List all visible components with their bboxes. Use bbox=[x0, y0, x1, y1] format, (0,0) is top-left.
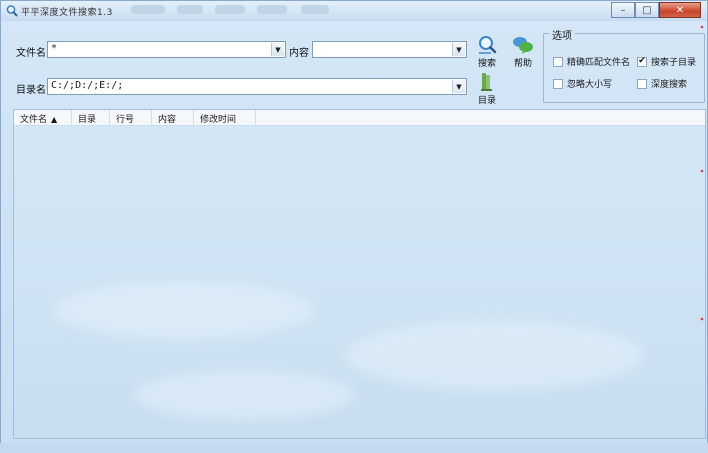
close-button[interactable]: ✕ bbox=[659, 2, 701, 18]
background-cloud bbox=[344, 320, 644, 390]
search-label: 搜索 bbox=[477, 59, 496, 69]
minimize-button[interactable]: – bbox=[611, 2, 635, 18]
ignore-case-checkbox[interactable] bbox=[553, 78, 563, 89]
results-list[interactable]: 文件名 ▲ 目录 行号 内容 修改时间 bbox=[13, 109, 706, 439]
search-subdirs-checkbox[interactable]: ✔ bbox=[637, 56, 647, 67]
search-icon bbox=[479, 36, 497, 54]
deep-search-checkbox[interactable] bbox=[637, 78, 647, 89]
title-blur-3 bbox=[215, 5, 245, 14]
content-label: 内容 bbox=[289, 48, 309, 59]
magnifier-icon bbox=[6, 5, 18, 17]
search-button[interactable]: 搜索 bbox=[473, 34, 501, 69]
background-cloud bbox=[134, 370, 354, 420]
directory-button[interactable]: 目录 bbox=[473, 71, 501, 106]
filename-combo[interactable]: * ▼ bbox=[47, 41, 286, 58]
chevron-down-icon[interactable]: ▼ bbox=[452, 80, 465, 93]
exact-match-label: 精确匹配文件名 bbox=[567, 58, 631, 68]
filename-label: 文件名 bbox=[16, 48, 46, 59]
window-edge-markers bbox=[700, 25, 704, 321]
minimize-icon: – bbox=[620, 4, 626, 16]
directory-value: C:/;D:/;E:/; bbox=[51, 80, 124, 91]
window-title: 平平深度文件搜索1.3 bbox=[21, 8, 113, 18]
option-search-subdirs[interactable]: ✔ 搜索子目录 bbox=[637, 55, 696, 68]
directory-tool-label: 目录 bbox=[477, 96, 496, 106]
help-button[interactable]: 帮助 bbox=[509, 34, 537, 69]
content-combo[interactable]: ▼ bbox=[312, 41, 467, 58]
title-blur-2 bbox=[177, 5, 203, 14]
title-bar[interactable]: 平平深度文件搜索1.3 – □ ✕ bbox=[1, 1, 707, 21]
options-group bbox=[543, 33, 705, 103]
help-icon bbox=[513, 37, 533, 54]
option-deep-search[interactable]: 深度搜索 bbox=[637, 77, 687, 90]
title-blur-1 bbox=[131, 5, 165, 14]
search-subdirs-label: 搜索子目录 bbox=[651, 58, 697, 68]
ignore-case-label: 忽略大小写 bbox=[567, 80, 613, 90]
title-blur-4 bbox=[257, 5, 287, 14]
option-exact-match[interactable]: 精确匹配文件名 bbox=[553, 55, 630, 68]
option-ignore-case[interactable]: 忽略大小写 bbox=[553, 77, 612, 90]
chevron-down-icon[interactable]: ▼ bbox=[271, 43, 284, 56]
directory-label: 目录名 bbox=[16, 85, 46, 96]
maximize-button[interactable]: □ bbox=[635, 2, 659, 18]
status-bar bbox=[0, 443, 708, 453]
column-modified-time[interactable]: 修改时间 bbox=[194, 110, 256, 125]
column-directory[interactable]: 目录 bbox=[72, 110, 110, 125]
help-label: 帮助 bbox=[513, 59, 532, 69]
close-icon: ✕ bbox=[675, 4, 685, 16]
column-filename[interactable]: 文件名 ▲ bbox=[14, 110, 72, 125]
column-line[interactable]: 行号 bbox=[110, 110, 152, 125]
app-window: 平平深度文件搜索1.3 – □ ✕ 文件名 * ▼ 内容 ▼ 目录名 C:/;D… bbox=[0, 0, 708, 453]
results-header: 文件名 ▲ 目录 行号 内容 修改时间 bbox=[14, 110, 705, 126]
directory-combo[interactable]: C:/;D:/;E:/; ▼ bbox=[47, 78, 467, 95]
folder-icon bbox=[481, 73, 492, 91]
filename-value: * bbox=[51, 43, 58, 54]
checkmark-icon: ✔ bbox=[638, 56, 646, 66]
maximize-icon: □ bbox=[642, 4, 652, 16]
window-controls: – □ ✕ bbox=[611, 2, 701, 19]
title-blur-5 bbox=[301, 5, 329, 14]
sort-up-icon: ▲ bbox=[51, 115, 58, 124]
chevron-down-icon[interactable]: ▼ bbox=[452, 43, 465, 56]
background-cloud bbox=[54, 280, 314, 340]
deep-search-label: 深度搜索 bbox=[651, 80, 688, 90]
column-content[interactable]: 内容 bbox=[152, 110, 194, 125]
options-title: 选项 bbox=[549, 27, 575, 42]
exact-match-checkbox[interactable] bbox=[553, 56, 563, 67]
